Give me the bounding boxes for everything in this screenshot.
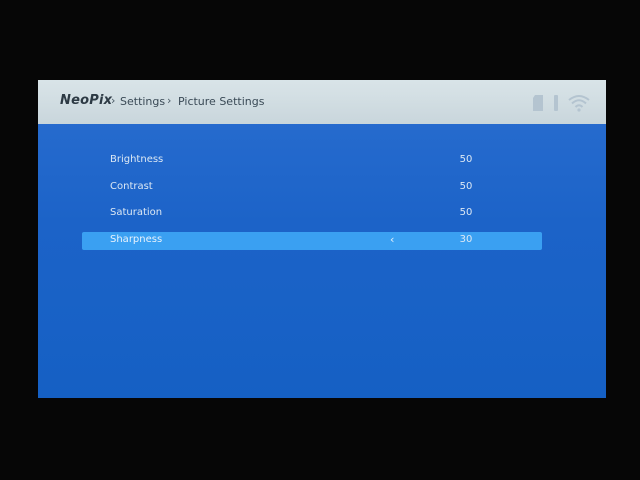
breadcrumb-settings[interactable]: Settings	[120, 95, 165, 108]
setting-row-contrast[interactable]: Contrast 50	[82, 179, 542, 197]
setting-row-saturation[interactable]: Saturation 50	[82, 205, 542, 223]
breadcrumb-separator: ›	[111, 94, 116, 107]
setting-row-brightness[interactable]: Brightness 50	[82, 152, 542, 170]
brand-logo: NeoPix	[60, 93, 113, 108]
setting-value: 30	[459, 234, 473, 245]
breadcrumb-picture-settings: Picture Settings	[178, 95, 265, 108]
chevron-left-icon[interactable]: ‹	[390, 233, 394, 246]
setting-label: Sharpness	[110, 234, 163, 245]
status-icons	[532, 94, 592, 114]
header-bar: NeoPix › Settings › Picture Settings	[38, 80, 606, 124]
setting-value: 50	[459, 207, 473, 218]
sd-card-icon	[533, 95, 543, 111]
setting-label: Contrast	[110, 181, 153, 192]
setting-label: Saturation	[110, 207, 163, 218]
screen-frame: NeoPix › Settings › Picture Settings Bri…	[0, 0, 640, 480]
picture-settings-list: Brightness 50 Contrast 50 Saturation 50 …	[38, 124, 606, 398]
projected-screen: NeoPix › Settings › Picture Settings Bri…	[38, 80, 606, 398]
setting-value: 50	[459, 181, 473, 192]
breadcrumb-separator: ›	[167, 94, 172, 107]
setting-value: 50	[459, 154, 473, 165]
wifi-icon	[568, 95, 590, 112]
setting-row-sharpness[interactable]: Sharpness ‹ 30	[82, 232, 542, 250]
setting-label: Brightness	[110, 154, 164, 165]
usb-icon	[554, 95, 558, 111]
